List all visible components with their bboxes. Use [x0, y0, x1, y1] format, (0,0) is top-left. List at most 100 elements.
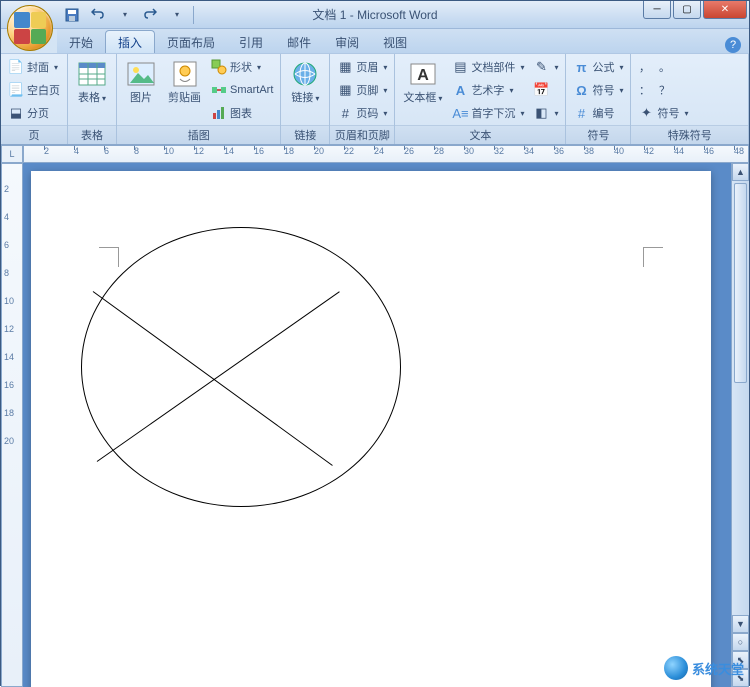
ribbon: 📄封面 📃空白页 ⬓分页 页 表格 表格 图片 [1, 53, 749, 145]
group-special-label: 特殊符号 [631, 125, 748, 144]
group-text-label: 文本 [395, 125, 565, 144]
header-button[interactable]: ▦页眉 [334, 56, 390, 78]
sym-period[interactable]: 。 [655, 56, 673, 78]
tab-insert[interactable]: 插入 [105, 30, 155, 53]
datetime-button[interactable]: 📅 [530, 79, 561, 101]
dropcap-button[interactable]: A≡首字下沉 [449, 102, 527, 124]
footer-icon: ▦ [337, 82, 353, 98]
maximize-button[interactable]: ▢ [673, 1, 701, 19]
scroll-thumb[interactable] [734, 183, 747, 383]
clipart-icon [169, 58, 201, 90]
browse-object-button[interactable]: ○ [732, 633, 749, 651]
object-icon: ◧ [533, 105, 549, 121]
scroll-track[interactable] [732, 181, 749, 615]
group-illustrations-label: 插图 [117, 125, 280, 144]
textbox-button[interactable]: A 文本框 [399, 56, 446, 106]
symbol-icon: Ω [573, 82, 589, 98]
ellipse-shape[interactable] [81, 227, 401, 507]
quickparts-button[interactable]: ▤文档部件 [449, 56, 527, 78]
smartart-icon [211, 82, 227, 98]
wordart-button[interactable]: A艺术字 [449, 79, 527, 101]
group-tables-label: 表格 [68, 125, 116, 144]
crop-mark-tr [643, 247, 663, 267]
chart-button[interactable]: 图表 [208, 102, 276, 124]
group-pages-label: 页 [1, 125, 67, 144]
titlebar: 文档 1 - Microsoft Word ─ ▢ ✕ [1, 1, 749, 29]
table-button[interactable]: 表格 [72, 56, 112, 106]
shapes-button[interactable]: 形状 [208, 56, 276, 78]
clipart-button[interactable]: 剪贴画 [164, 56, 205, 106]
date-icon: 📅 [533, 82, 549, 98]
sym-comma[interactable]: ， [635, 56, 653, 78]
dropcap-icon: A≡ [452, 105, 468, 121]
cover-page-button[interactable]: 📄封面 [5, 56, 63, 78]
horizontal-ruler[interactable]: 2468101214161820222426283032343638404244… [23, 145, 749, 163]
sym-question[interactable]: ？ [655, 79, 673, 101]
group-tables: 表格 表格 [68, 54, 117, 144]
window-title: 文档 1 - Microsoft Word [312, 6, 437, 23]
special-icon: ✦ [638, 105, 654, 121]
ruler-area: L 24681012141618202224262830323436384042… [1, 145, 749, 163]
document-page[interactable] [31, 171, 711, 687]
scroll-up-button[interactable]: ▲ [732, 163, 749, 181]
pagenum-icon: # [337, 105, 353, 121]
vertical-scrollbar: ▲ ▼ ○ ⬉ ⬊ [731, 163, 749, 687]
table-icon [76, 58, 108, 90]
help-button[interactable]: ? [725, 37, 741, 53]
svg-text:A: A [417, 67, 429, 84]
tab-home[interactable]: 开始 [57, 31, 105, 53]
close-button[interactable]: ✕ [703, 1, 747, 19]
ribbon-tabs: 开始 插入 页面布局 引用 邮件 审阅 视图 ? [57, 29, 749, 53]
header-icon: ▦ [337, 59, 353, 75]
undo-button[interactable] [87, 4, 109, 26]
quick-access-toolbar [61, 4, 196, 26]
sym-colon[interactable]: ： [635, 79, 653, 101]
signature-icon: ✎ [533, 59, 549, 75]
special-more-button[interactable]: ✦符号 [635, 102, 691, 124]
tab-pagelayout[interactable]: 页面布局 [155, 31, 227, 53]
group-text: A 文本框 ▤文档部件 A艺术字 A≡首字下沉 ✎ 📅 ◧ 文本 [395, 54, 566, 144]
link-icon [289, 58, 321, 90]
watermark: 系统天堂 [664, 656, 744, 680]
ruler-corner[interactable]: L [1, 145, 23, 163]
page-break-button[interactable]: ⬓分页 [5, 102, 63, 124]
undo-dropdown[interactable] [113, 4, 135, 26]
redo-button[interactable] [139, 4, 161, 26]
office-button[interactable] [7, 5, 53, 51]
wordart-icon: A [452, 82, 468, 98]
blank-icon: 📃 [8, 82, 24, 98]
save-button[interactable] [61, 4, 83, 26]
textbox-icon: A [407, 58, 439, 90]
equation-button[interactable]: π公式 [570, 56, 626, 78]
object-button[interactable]: ◧ [530, 102, 561, 124]
scroll-down-button[interactable]: ▼ [732, 615, 749, 633]
break-icon: ⬓ [8, 105, 24, 121]
number-icon: # [573, 105, 589, 121]
tab-review[interactable]: 审阅 [323, 31, 371, 53]
window-controls: ─ ▢ ✕ [643, 1, 749, 19]
parts-icon: ▤ [452, 59, 468, 75]
pagenum-button[interactable]: #页码 [334, 102, 390, 124]
footer-button[interactable]: ▦页脚 [334, 79, 390, 101]
group-headerfooter: ▦页眉 ▦页脚 #页码 页眉和页脚 [330, 54, 395, 144]
smartart-button[interactable]: SmartArt [208, 79, 276, 101]
tab-references[interactable]: 引用 [227, 31, 275, 53]
tab-mailings[interactable]: 邮件 [275, 31, 323, 53]
picture-button[interactable]: 图片 [121, 56, 161, 106]
symbol-button[interactable]: Ω符号 [570, 79, 626, 101]
number-button[interactable]: #编号 [570, 102, 626, 124]
globe-icon [664, 656, 688, 680]
vertical-ruler[interactable]: 2468101214161820 [1, 163, 23, 687]
document-area: 2468101214161820 ▲ ▼ ○ ⬉ ⬊ [1, 163, 749, 687]
signature-button[interactable]: ✎ [530, 56, 561, 78]
hyperlink-button[interactable]: 链接 [285, 56, 325, 106]
minimize-button[interactable]: ─ [643, 1, 671, 19]
picture-icon [125, 58, 157, 90]
page-viewport[interactable] [23, 163, 731, 687]
blank-page-button[interactable]: 📃空白页 [5, 79, 63, 101]
tab-view[interactable]: 视图 [371, 31, 419, 53]
group-symbols-label: 符号 [566, 125, 630, 144]
word-window: 文档 1 - Microsoft Word ─ ▢ ✕ 开始 插入 页面布局 引… [0, 0, 750, 686]
crop-mark-tl [99, 247, 119, 267]
qat-customize[interactable] [165, 4, 187, 26]
